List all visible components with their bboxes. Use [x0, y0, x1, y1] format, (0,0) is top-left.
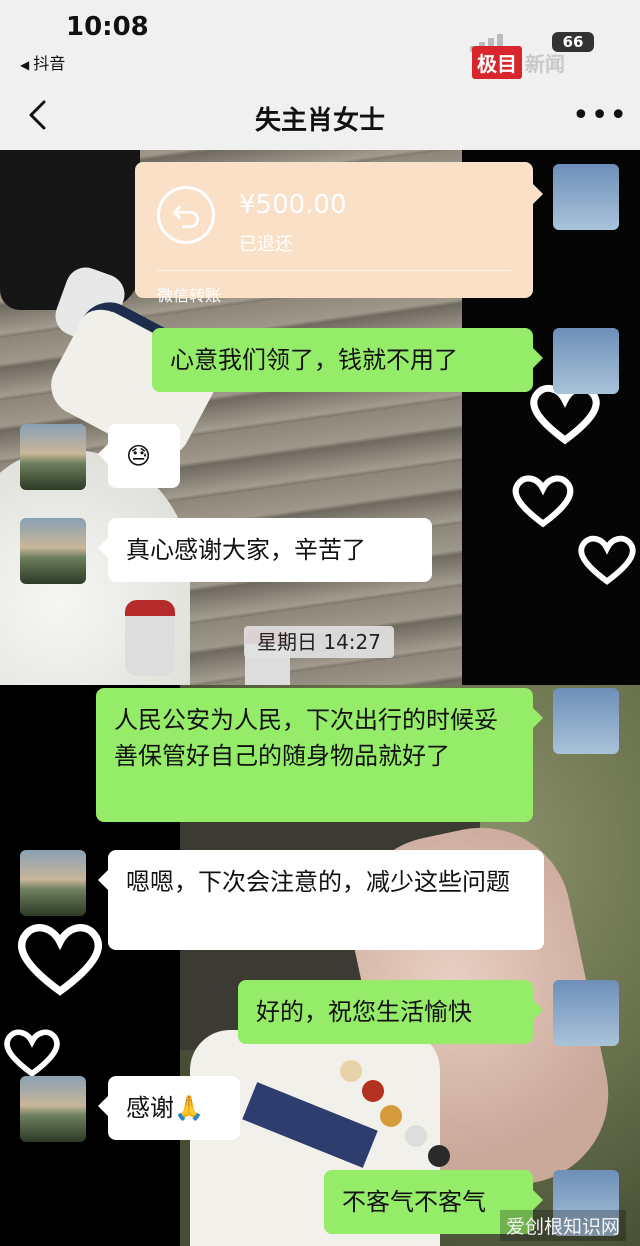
heart-icon — [18, 924, 102, 996]
status-time: 10:08 — [66, 12, 149, 42]
return-arrow-icon — [157, 186, 215, 244]
message-text: 😓 — [126, 442, 152, 470]
background-bead — [362, 1080, 384, 1102]
message-text: 好的，祝您生活愉快 — [256, 998, 472, 1026]
heart-icon — [4, 1029, 60, 1078]
avatar[interactable] — [553, 688, 619, 754]
message-text: 感谢🙏 — [126, 1094, 204, 1122]
avatar[interactable] — [20, 850, 86, 916]
message-text: 心意我们领了，钱就不用了 — [170, 346, 458, 374]
message-bubble[interactable]: 人民公安为人民，下次出行的时候妥善保管好自己的随身物品就好了 — [96, 688, 543, 822]
transfer-card[interactable]: ¥500.00 已退还 微信转账 — [135, 162, 543, 305]
heart-icon — [512, 475, 574, 528]
background-bead — [380, 1105, 402, 1127]
message-bubble[interactable]: 嗯嗯，下次会注意的，减少这些问题 — [98, 850, 544, 950]
background-bead — [428, 1145, 450, 1167]
ellipsis-icon[interactable]: ••• — [572, 98, 628, 133]
watermark-badge: 极目 — [472, 45, 522, 79]
back-triangle-icon: ◀ — [20, 58, 30, 72]
avatar[interactable] — [20, 1076, 86, 1142]
message-text: 人民公安为人民，下次出行的时候妥善保管好自己的随身物品就好了 — [114, 706, 498, 770]
avatar[interactable] — [553, 328, 619, 394]
avatar[interactable] — [20, 518, 86, 584]
transfer-status: 已退还 — [239, 234, 293, 255]
news-watermark: 极目 新闻 — [472, 45, 565, 79]
message-bubble[interactable]: 感谢🙏 — [98, 1076, 240, 1140]
message-text: 嗯嗯，下次会注意的，减少这些问题 — [126, 868, 510, 896]
message-bubble[interactable]: 😓 — [98, 424, 180, 488]
avatar[interactable] — [553, 164, 619, 230]
avatar[interactable] — [20, 424, 86, 490]
message-text: 不客气不客气 — [342, 1188, 486, 1216]
site-watermark: 爱创根知识网 — [500, 1210, 627, 1241]
transfer-amount: ¥500.00 — [239, 190, 347, 220]
message-bubble[interactable]: 心意我们领了，钱就不用了 — [152, 328, 543, 392]
watermark-text: 新闻 — [525, 51, 565, 76]
background-bead — [405, 1125, 427, 1147]
chat-title: 失主肖女士 — [254, 106, 385, 136]
message-bubble[interactable]: 真心感谢大家，辛苦了 — [98, 518, 432, 582]
chat-header: 失主肖女士 ••• — [0, 80, 640, 150]
message-text: 真心感谢大家，辛苦了 — [126, 536, 366, 564]
message-bubble[interactable]: 好的，祝您生活愉快 — [238, 980, 543, 1044]
back-app-label: 抖音 — [33, 54, 66, 73]
status-bar: 10:08 ◀ 抖音 66 极目 新闻 — [0, 0, 640, 80]
avatar[interactable] — [553, 980, 619, 1046]
chat-area[interactable]: ¥500.00 已退还 微信转账 心意我们领了，钱就不用了 😓 真心感谢大家，辛… — [0, 150, 640, 1246]
back-to-app-link[interactable]: ◀ 抖音 — [20, 50, 65, 74]
background-shoe — [125, 600, 175, 676]
divider — [157, 270, 511, 271]
transfer-label: 微信转账 — [157, 286, 222, 305]
timestamp: 星期日 14:27 — [244, 626, 394, 658]
background-bead — [340, 1060, 362, 1082]
heart-icon — [578, 535, 636, 585]
